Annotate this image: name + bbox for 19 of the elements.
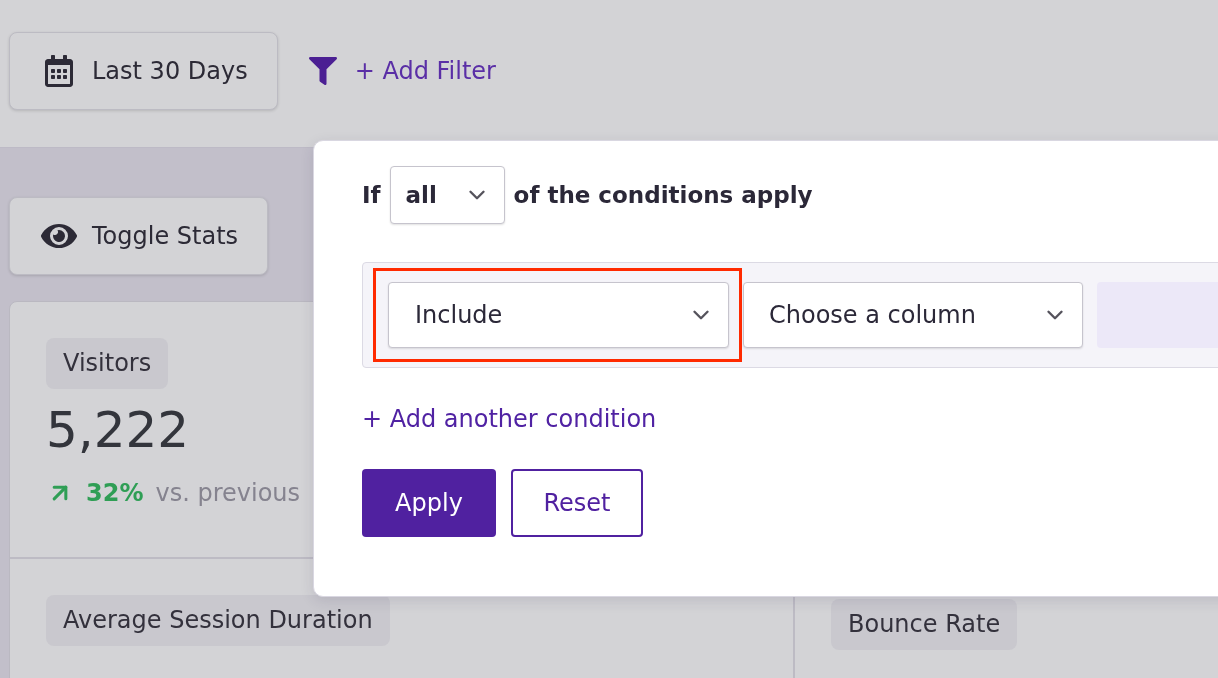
condition-prefix: If xyxy=(362,182,381,208)
add-condition-link[interactable]: + Add another condition xyxy=(362,404,657,434)
stat-label: Visitors xyxy=(46,338,169,389)
comparison-text: vs. previous xyxy=(155,479,301,507)
date-range-button[interactable]: Last 30 Days xyxy=(9,32,278,110)
calendar-icon xyxy=(43,55,75,87)
funnel-icon xyxy=(308,57,337,85)
match-select[interactable]: all xyxy=(389,166,505,224)
reset-button[interactable]: Reset xyxy=(511,469,643,537)
toggle-stats-button[interactable]: Toggle Stats xyxy=(9,197,269,275)
column-select[interactable]: Choose a column xyxy=(743,282,1083,348)
change-percent: 32% xyxy=(86,479,144,507)
mode-select[interactable]: Include xyxy=(388,282,729,348)
condition-suffix: of the conditions apply xyxy=(513,182,813,208)
apply-button[interactable]: Apply xyxy=(362,469,496,537)
stat-value: 5,222 xyxy=(46,400,190,461)
add-filter-link[interactable]: + Add Filter xyxy=(308,32,496,110)
stat-label: Average Session Duration xyxy=(46,595,390,646)
stat-label: Bounce Rate xyxy=(831,599,1018,650)
